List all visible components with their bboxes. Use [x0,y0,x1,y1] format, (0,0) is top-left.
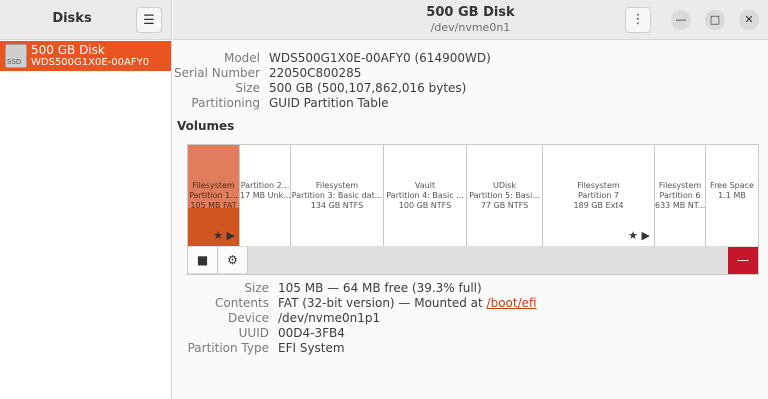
partition-4-name: Partition 4: Basic ... [386,191,464,200]
contents-text: FAT (32-bit version) — Mounted at [278,296,487,310]
minimize-button[interactable]: — [671,10,691,30]
partition-type-value: EFI System [278,341,345,355]
header-bar: 500 GB Disk /dev/nvme0n1 ⋮ — □ ✕ [173,0,768,40]
partition-device-row: Device /dev/nvme0n1p1 [0,311,768,326]
partition-5-type: UDisk [492,181,517,190]
partition-3-segment[interactable]: Filesystem Partition 3: Basic dat... 134… [291,145,384,246]
close-button[interactable]: ✕ [739,10,759,30]
partition-settings-gear-icon[interactable]: ⚙ [218,247,248,273]
size-value: 500 GB (500,107,862,016 bytes) [269,81,467,95]
model-label: Model [223,51,260,65]
kebab-menu-icon[interactable]: ⋮ [625,7,651,33]
maximize-button[interactable]: □ [705,10,725,30]
partition-size-label: Size [244,281,269,295]
partition-1-segment[interactable]: Filesystem Partition 1... 105 MB FAT ★ ▶ [188,145,240,246]
disk-model-row: Model WDS500G1X0E-00AFY0 (614900WD) [0,51,768,66]
partition-size-row: Size 105 MB — 64 MB free (39.3% full) [0,281,768,296]
disk-partitioning-row: Partitioning GUID Partition Table [0,96,768,111]
partition-device-label: Device [227,311,269,325]
partition-3-size: 134 GB NTFS [310,201,364,210]
sidebar-header: Disks ☰ [0,0,171,40]
partition-1-text: Filesystem Partition 1... 105 MB FAT [188,181,239,211]
partition-2-size: 17 MB Unk... [240,191,291,200]
partition-1-size: 105 MB FAT [190,201,237,210]
partition-type-label: Partition Type [187,341,269,355]
mount-point-link[interactable]: /boot/efi [487,296,537,310]
free-space-segment[interactable]: Free Space 1.1 MB [706,145,758,246]
volumes-heading: Volumes [177,119,235,133]
free-space-type: Free Space [710,181,754,190]
volume-toolbar: ■ ⚙ — [187,246,759,275]
partition-2-name: Partition 2... [240,181,290,190]
serial-value: 22050C800285 [269,66,362,80]
mounted-star-play-icon: ★ ▶ [628,229,650,242]
disk-size-row: Size 500 GB (500,107,862,016 bytes) [0,81,768,96]
partition-3-name: Partition 3: Basic dat... [291,191,383,200]
partition-1-type: Filesystem [192,181,235,190]
partition-6-name: Partition 6 [659,191,701,200]
unmount-stop-button[interactable]: ■ [188,247,218,273]
partitioning-value: GUID Partition Table [269,96,389,110]
partition-uuid-label: UUID [238,326,269,340]
partition-6-size: 633 MB NT... [655,201,706,210]
mounted-star-play-icon: ★ ▶ [213,229,235,242]
partition-contents-value: FAT (32-bit version) — Mounted at /boot/… [278,296,537,310]
volume-map: Filesystem Partition 1... 105 MB FAT ★ ▶… [187,144,759,247]
partition-5-size: 77 GB NTFS [480,201,529,210]
partition-4-size: 100 GB NTFS [398,201,452,210]
partition-size-value: 105 MB — 64 MB free (39.3% full) [278,281,482,295]
partitioning-label: Partitioning [191,96,260,110]
partition-5-name: Partition 5: Basi... [469,191,540,200]
partition-3-type: Filesystem [315,181,359,190]
model-value: WDS500G1X0E-00AFY0 (614900WD) [269,51,491,65]
serial-label: Serial Number [174,66,260,80]
partition-5-segment[interactable]: UDisk Partition 5: Basi... 77 GB NTFS [467,145,543,246]
partition-device-value: /dev/nvme0n1p1 [278,311,381,325]
partition-1-name: Partition 1... [189,191,238,200]
disk-serial-row: Serial Number 22050C800285 [0,66,768,81]
partition-uuid-value: 00D4-3FB4 [278,326,345,340]
partition-contents-label: Contents [215,296,269,310]
partition-7-segment[interactable]: Filesystem Partition 7 189 GB Ext4 ★ ▶ [543,145,655,246]
partition-4-segment[interactable]: Vault Partition 4: Basic ... 100 GB NTFS [384,145,467,246]
partition-7-size: 189 GB Ext4 [573,201,624,210]
partition-uuid-row: UUID 00D4-3FB4 [0,326,768,341]
partition-6-segment[interactable]: Filesystem Partition 6 633 MB NT... [655,145,706,246]
delete-partition-button[interactable]: — [728,247,758,274]
partition-type-row: Partition Type EFI System [0,341,768,356]
hamburger-menu-icon[interactable]: ☰ [136,7,162,33]
partition-4-type: Vault [414,181,436,190]
free-space-size: 1.1 MB [718,191,746,200]
partition-6-type: Filesystem [658,181,702,190]
partition-7-type: Filesystem [577,181,620,190]
size-label: Size [235,81,260,95]
partition-7-name: Partition 7 [578,191,619,200]
partition-contents-row: Contents FAT (32-bit version) — Mounted … [0,296,768,311]
partition-2-segment[interactable]: Partition 2... 17 MB Unk... [240,145,291,246]
